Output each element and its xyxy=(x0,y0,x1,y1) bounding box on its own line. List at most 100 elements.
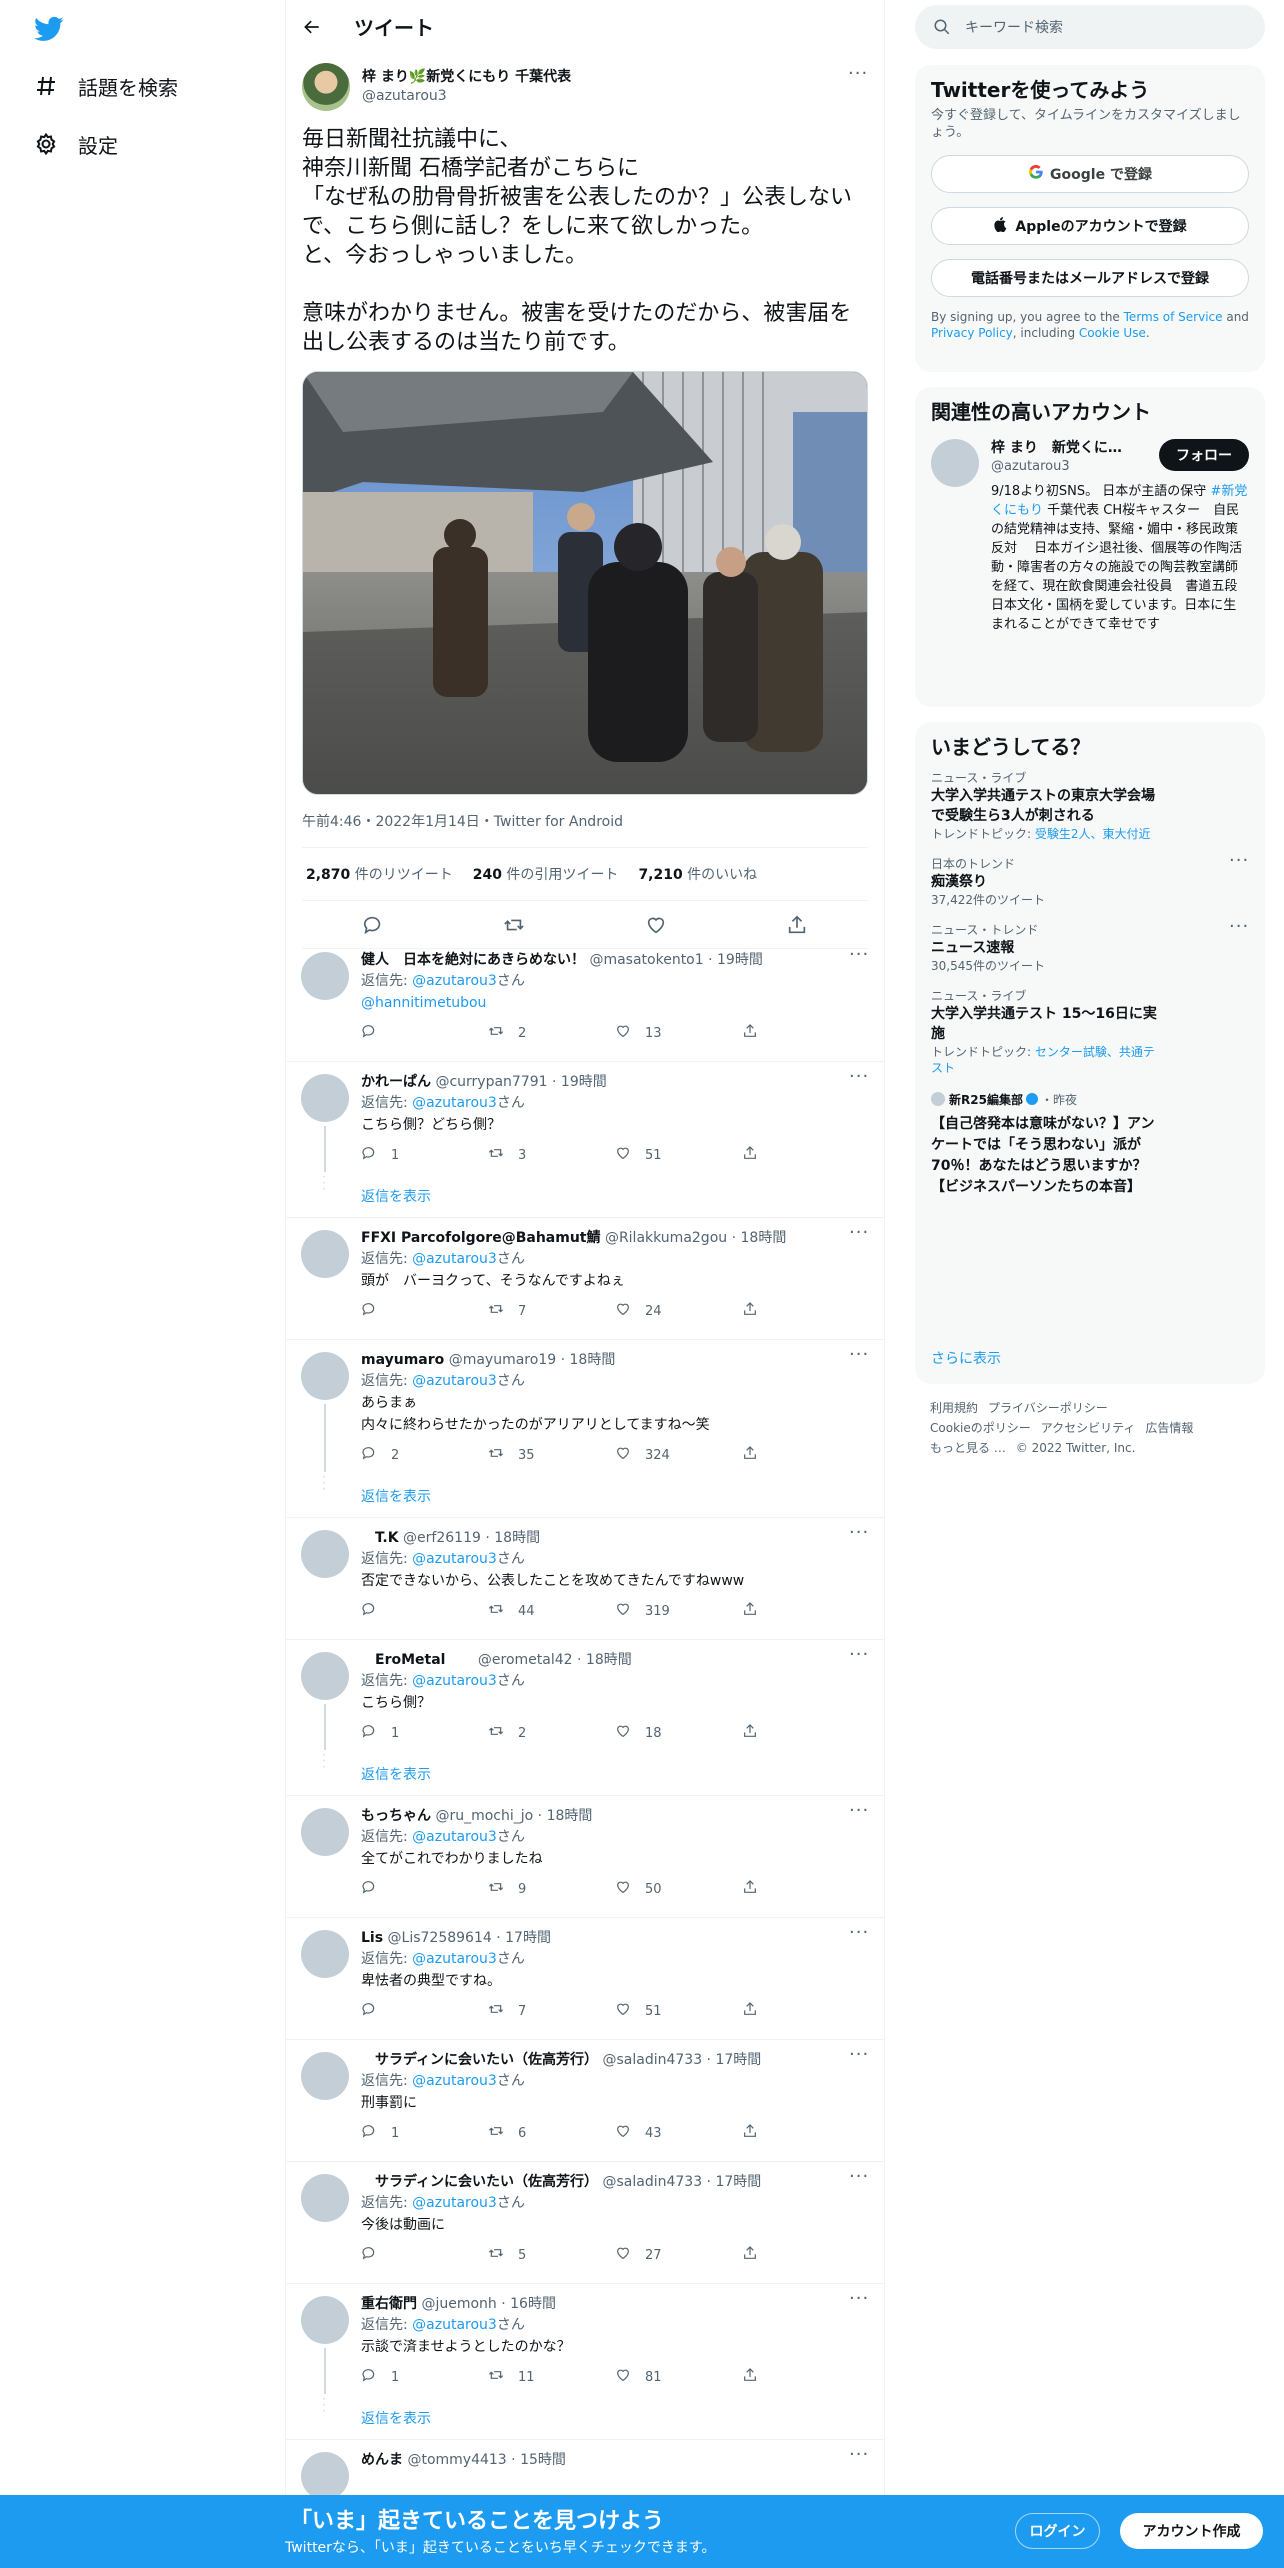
reply-time[interactable]: 18時間 xyxy=(741,1230,787,1246)
retweet-button[interactable]: 7 xyxy=(488,2001,615,2021)
reply-author-name[interactable]: めんま xyxy=(361,2452,403,2468)
reply-tweet[interactable]: · · · 重右衛門 @juemonh · 16時間 ··· 返信先: @azutarou… xyxy=(285,2284,885,2440)
share-button[interactable] xyxy=(742,1601,869,1621)
nav-settings[interactable]: 設定 xyxy=(34,124,118,164)
follow-button[interactable]: フォロー xyxy=(1159,439,1249,471)
more-options-icon[interactable]: ··· xyxy=(849,946,869,970)
avatar[interactable] xyxy=(301,1352,349,1400)
avatar[interactable] xyxy=(302,63,350,111)
share-button[interactable] xyxy=(742,1145,869,1165)
trend-item[interactable]: ニュース・トレンド ニュース速報 30,545件のツイート ··· xyxy=(915,918,1265,974)
retweet-button[interactable]: 2 xyxy=(488,1023,615,1043)
reply-author-handle[interactable]: @saladin4733 xyxy=(602,2052,702,2068)
more-options-icon[interactable]: ··· xyxy=(849,1802,869,1826)
trend-detail-link[interactable]: 受験生2人、東大付近 xyxy=(1035,827,1151,841)
twitter-logo-icon[interactable] xyxy=(34,14,64,44)
reply-button[interactable] xyxy=(361,2245,488,2265)
avatar[interactable] xyxy=(301,2452,349,2500)
more-options-icon[interactable]: ··· xyxy=(849,1068,869,1092)
trend-item[interactable]: ニュース・ライブ 大学入学共通テスト 15〜16日に実施 トレンドトピック: センタ… xyxy=(915,988,1265,1076)
footer-link[interactable]: Cookieのポリシー xyxy=(930,1421,1031,1435)
show-replies-link[interactable]: 返信を表示 xyxy=(361,1186,431,1206)
show-more-link[interactable]: さらに表示 xyxy=(931,1348,1001,1368)
avatar[interactable] xyxy=(301,2052,349,2100)
reply-author-name[interactable]: サラディンに会いたい（佐高芳行） xyxy=(361,2052,598,2068)
like-button[interactable]: 50 xyxy=(615,1879,742,1899)
trend-item[interactable]: 日本のトレンド 痴漢祭り 37,422件のツイート ··· xyxy=(915,852,1265,908)
like-button[interactable]: 18 xyxy=(615,1723,742,1743)
like-button[interactable]: 81 xyxy=(615,2367,742,2387)
reply-author-name[interactable]: 重右衛門 xyxy=(361,2296,417,2312)
avatar[interactable] xyxy=(301,1808,349,1856)
replying-to-handle[interactable]: @azutarou3 xyxy=(412,1095,497,1111)
more-options-icon[interactable]: ··· xyxy=(848,65,868,89)
replying-to-handle[interactable]: @azutarou3 xyxy=(412,1551,497,1567)
reply-tweet[interactable]: サラディンに会いたい（佐高芳行） @saladin4733 · 17時間 ··· 返… xyxy=(285,2162,885,2284)
reply-tweet[interactable]: · · · かれーぱん @currypan7791 · 19時間 ··· 返信先: @az… xyxy=(285,1062,885,1218)
reply-time[interactable]: 18時間 xyxy=(547,1808,593,1824)
reply-author-handle[interactable]: @juemonh xyxy=(421,2296,496,2312)
reply-button[interactable] xyxy=(361,1879,488,1899)
reply-time[interactable]: 19時間 xyxy=(561,1074,607,1090)
avatar[interactable] xyxy=(301,2174,349,2222)
replying-to-handle[interactable]: @azutarou3 xyxy=(412,1673,497,1689)
reply-tweet[interactable]: もっちゃん @ru_mochi_jo · 18時間 ··· 返信先: @azutar… xyxy=(285,1796,885,1918)
replying-to-handle[interactable]: @azutarou3 xyxy=(412,1251,497,1267)
reply-author-handle[interactable]: @erometal42 xyxy=(478,1652,573,1668)
related-name[interactable]: 梓 まり 新党くに… xyxy=(991,439,1149,458)
replying-to-handle[interactable]: @azutarou3 xyxy=(412,973,497,989)
apple-signup-button[interactable]: Appleのアカウントで登録 xyxy=(931,207,1249,245)
login-button[interactable]: ログイン xyxy=(1015,2513,1100,2549)
reply-button[interactable]: 1 xyxy=(361,1723,488,1743)
retweet-button[interactable]: 7 xyxy=(488,1301,615,1321)
reply-author-handle[interactable]: @tommy4413 xyxy=(407,2452,506,2468)
nav-explore[interactable]: 話題を検索 xyxy=(34,66,178,106)
reply-author-name[interactable]: FFXI Parcofolgore@Bahamut鯖 xyxy=(361,1230,600,1246)
tweet-timestamp[interactable]: 午前4:46・2022年1月14日・Twitter for Android xyxy=(302,811,868,831)
reply-button[interactable] xyxy=(361,2001,488,2021)
share-icon[interactable] xyxy=(785,913,809,937)
reply-author-name[interactable]: 健人 日本を絶対にあきらめない！ xyxy=(361,952,585,968)
avatar[interactable] xyxy=(301,1530,349,1578)
share-button[interactable] xyxy=(742,2367,869,2387)
share-button[interactable] xyxy=(742,1723,869,1743)
reply-time[interactable]: 18時間 xyxy=(586,1652,632,1668)
avatar[interactable] xyxy=(301,952,349,1000)
share-button[interactable] xyxy=(742,1445,869,1465)
footer-more-link[interactable]: もっと見る … xyxy=(930,1441,1006,1455)
reply-tweet[interactable]: · · · EroMetal @erometal42 · 18時間 ··· 返信先: @… xyxy=(285,1640,885,1796)
share-button[interactable] xyxy=(742,1023,869,1043)
reply-author-name[interactable]: mayumaro xyxy=(361,1352,444,1368)
related-handle[interactable]: @azutarou3 xyxy=(991,458,1149,476)
share-button[interactable] xyxy=(742,2001,869,2021)
footer-link[interactable]: アクセシビリティ xyxy=(1041,1421,1136,1435)
more-options-icon[interactable]: ··· xyxy=(1229,852,1249,876)
more-options-icon[interactable]: ··· xyxy=(849,1646,869,1670)
replying-to-handle[interactable]: @azutarou3 xyxy=(412,2195,497,2211)
reply-author-handle[interactable]: @erf26119 xyxy=(403,1530,481,1546)
replying-to-handle[interactable]: @azutarou3 xyxy=(412,1829,497,1845)
retweet-button[interactable]: 44 xyxy=(488,1601,615,1621)
reply-author-handle[interactable]: @saladin4733 xyxy=(602,2174,702,2190)
tweet-photo[interactable] xyxy=(302,371,868,795)
retweet-button[interactable]: 35 xyxy=(488,1445,615,1465)
likes-stat[interactable]: 7,210 件のいいね xyxy=(638,864,757,884)
cookie-link[interactable]: Cookie Use xyxy=(1079,326,1146,340)
reply-button[interactable] xyxy=(361,1301,488,1321)
like-button[interactable]: 51 xyxy=(615,1145,742,1165)
reply-icon[interactable] xyxy=(361,913,385,937)
terms-link[interactable]: Terms of Service xyxy=(1124,310,1223,324)
reply-author-name[interactable]: かれーぱん xyxy=(361,1074,431,1090)
reply-tweet[interactable]: T.K @erf26119 · 18時間 ··· 返信先: @azutarou3さん… xyxy=(285,1518,885,1640)
author-handle[interactable]: @azutarou3 xyxy=(362,87,571,106)
tweet-author[interactable]: 梓 まり🌿新党くにもり 千葉代表 @azutarou3 ··· xyxy=(302,63,868,111)
reply-time[interactable]: 17時間 xyxy=(715,2052,761,2068)
google-signup-button[interactable]: Google で登録 xyxy=(931,155,1249,193)
reply-tweet[interactable]: · · · mayumaro @mayumaro19 · 18時間 ··· 返信先: @a… xyxy=(285,1340,885,1518)
like-button[interactable]: 324 xyxy=(615,1445,742,1465)
avatar[interactable] xyxy=(301,1930,349,1978)
reply-author-name[interactable]: もっちゃん xyxy=(361,1808,431,1824)
reply-button[interactable]: 1 xyxy=(361,1145,488,1165)
reply-button[interactable]: 2 xyxy=(361,1445,488,1465)
phone-email-signup-button[interactable]: 電話番号またはメールアドレスで登録 xyxy=(931,259,1249,297)
